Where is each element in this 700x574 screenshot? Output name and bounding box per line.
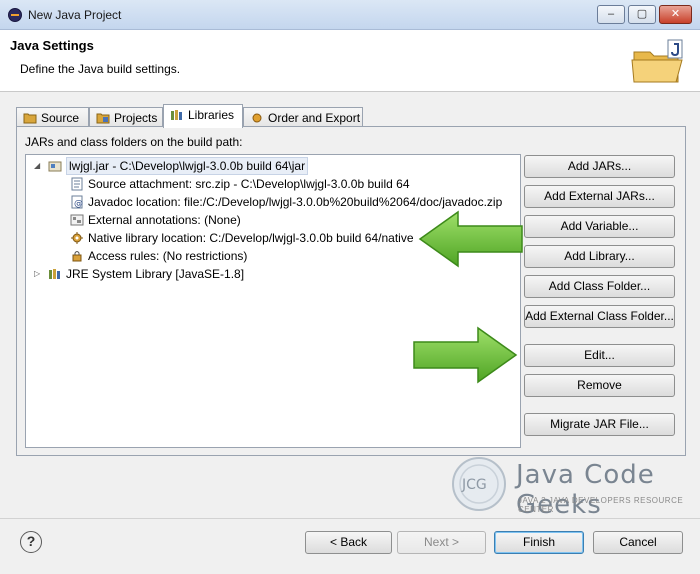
tree-item-label: lwjgl.jar - C:\Develop\lwjgl-3.0.0b buil… [66,157,309,175]
tree-item-label: External annotations: (None) [88,213,241,227]
tree-item-label: Javadoc location: file:/C:/Develop/lwjgl… [88,195,503,209]
library-icon [48,267,62,281]
right-arrow-annotation-icon [413,326,518,384]
watermark-subtitle: JAVA 2 JAVA DEVELOPERS RESOURCE CENTER [518,496,684,514]
page-description: Define the Java build settings. [20,62,181,76]
build-path-tree[interactable]: ◢ lwjgl.jar - C:\Develop\lwjgl-3.0.0b bu… [25,154,521,448]
source-folder-icon [23,112,37,124]
footer-divider [0,518,700,519]
tab-order-and-export-label: Order and Export [268,111,361,125]
eclipse-icon [8,8,22,22]
tree-item-source-attachment[interactable]: Source attachment: src.zip - C:\Develop\… [70,175,510,193]
tab-projects-label: Projects [114,111,158,125]
add-external-jars-button[interactable]: Add External JARs... [524,185,675,208]
tab-source-label: Source [41,111,80,125]
minimize-button[interactable]: – [597,5,625,24]
tab-projects[interactable]: Projects [89,107,163,128]
expand-toggle-icon[interactable]: ▷ [34,265,40,283]
wizard-header: Java Settings Define the Java build sett… [0,30,700,92]
maximize-button[interactable]: ▢ [628,5,656,24]
java-folder-icon [631,39,683,83]
collapse-toggle-icon[interactable]: ◢ [34,157,40,175]
tree-item-label: Native library location: C:/Develop/lwjg… [88,231,414,245]
tab-libraries[interactable]: Libraries [163,104,243,128]
help-button[interactable]: ? [20,531,42,553]
tree-item-javadoc-location[interactable]: @ Javadoc location: file:/C:/Develop/lwj… [70,193,510,211]
tree-item-label: JRE System Library [JavaSE-1.8] [66,267,245,281]
access-rules-icon [70,249,84,263]
order-export-icon [250,112,264,124]
add-external-class-folder-button[interactable]: Add External Class Folder... [524,305,675,328]
jar-icon [48,159,62,173]
finish-button[interactable]: Finish [494,531,584,554]
tab-order-and-export[interactable]: Order and Export [243,107,363,128]
javadoc-icon: @ [70,195,84,209]
back-button[interactable]: < Back [305,531,392,554]
migrate-jar-file-button[interactable]: Migrate JAR File... [524,413,675,436]
tab-libraries-label: Libraries [188,108,235,122]
page-title: Java Settings [10,38,94,53]
remove-button[interactable]: Remove [524,374,675,397]
add-library-button[interactable]: Add Library... [524,245,675,268]
left-arrow-annotation-icon [418,210,523,268]
svg-text:@: @ [74,199,83,209]
java-code-geeks-watermark: JCG Java Code Geeks JAVA 2 JAVA DEVELOPE… [448,452,692,520]
tree-item-label: Source attachment: src.zip - C:\Develop\… [88,177,410,191]
jcg-logo-icon: JCG [452,457,506,511]
cancel-button[interactable]: Cancel [593,531,683,554]
jcg-logo-text: JCG [461,477,487,493]
tree-item-label: Access rules: (No restrictions) [88,249,248,263]
build-path-label: JARs and class folders on the build path… [25,135,243,149]
close-button[interactable]: ✕ [659,5,692,24]
edit-button[interactable]: Edit... [524,344,675,367]
window-title: New Java Project [28,8,122,22]
project-icon [96,112,110,124]
libraries-icon [170,109,184,121]
add-class-folder-button[interactable]: Add Class Folder... [524,275,675,298]
libraries-panel: JARs and class folders on the build path… [16,126,686,456]
annotations-icon [70,213,84,227]
title-bar: New Java Project – ▢ ✕ [0,0,700,30]
tab-source[interactable]: Source [16,107,89,128]
add-variable-button[interactable]: Add Variable... [524,215,675,238]
next-button[interactable]: Next > [397,531,486,554]
source-attachment-icon [70,177,84,191]
add-jars-button[interactable]: Add JARs... [524,155,675,178]
native-library-icon [70,231,84,245]
tree-item-lwjgl-jar[interactable]: ◢ lwjgl.jar - C:\Develop\lwjgl-3.0.0b bu… [32,157,512,175]
